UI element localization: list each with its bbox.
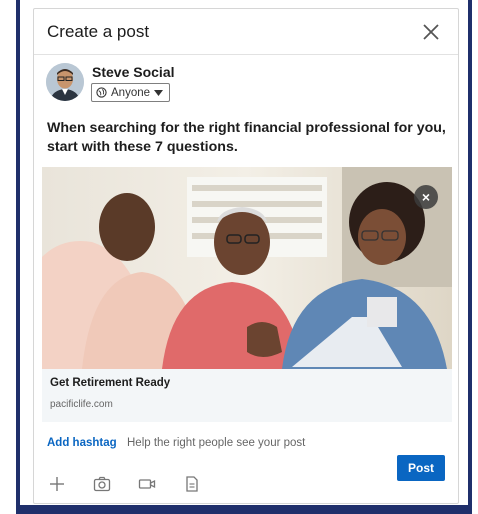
post-text[interactable]: When searching for the right financial p… xyxy=(47,119,447,157)
camera-icon xyxy=(93,476,111,492)
link-title: Get Retirement Ready xyxy=(50,377,171,389)
modal-header: Create a post xyxy=(34,9,458,55)
visibility-dropdown[interactable]: Anyone xyxy=(91,83,171,102)
create-post-modal: Create a post Steve Social Anyone When s… xyxy=(33,8,459,504)
add-photo-button[interactable] xyxy=(93,475,111,493)
add-content-button[interactable] xyxy=(48,475,66,493)
add-video-button[interactable] xyxy=(138,475,156,493)
add-hashtag-link[interactable]: Add hashtag xyxy=(47,437,117,449)
visibility-label: Anyone xyxy=(111,86,151,99)
close-button[interactable] xyxy=(420,21,442,43)
post-button[interactable]: Post xyxy=(397,455,445,481)
modal-title: Create a post xyxy=(47,22,150,41)
hashtag-hint: Help the right people see your post xyxy=(127,437,306,449)
video-icon xyxy=(138,479,156,489)
plus-icon xyxy=(50,477,64,491)
frame-right xyxy=(468,0,478,514)
add-document-button[interactable] xyxy=(183,475,201,493)
link-preview-image xyxy=(42,167,452,369)
link-domain: pacificlife.com xyxy=(50,399,113,410)
globe-icon xyxy=(96,87,107,98)
avatar xyxy=(46,63,84,101)
frame-left xyxy=(0,0,20,514)
remove-preview-button[interactable]: × xyxy=(414,185,438,209)
document-icon xyxy=(186,476,198,492)
caret-down-icon xyxy=(154,89,164,96)
close-icon xyxy=(423,24,439,40)
author-name: Steve Social xyxy=(92,64,175,80)
link-preview-card[interactable]: Get Retirement Ready pacificlife.com xyxy=(42,369,452,422)
frame-bottom xyxy=(20,505,472,514)
